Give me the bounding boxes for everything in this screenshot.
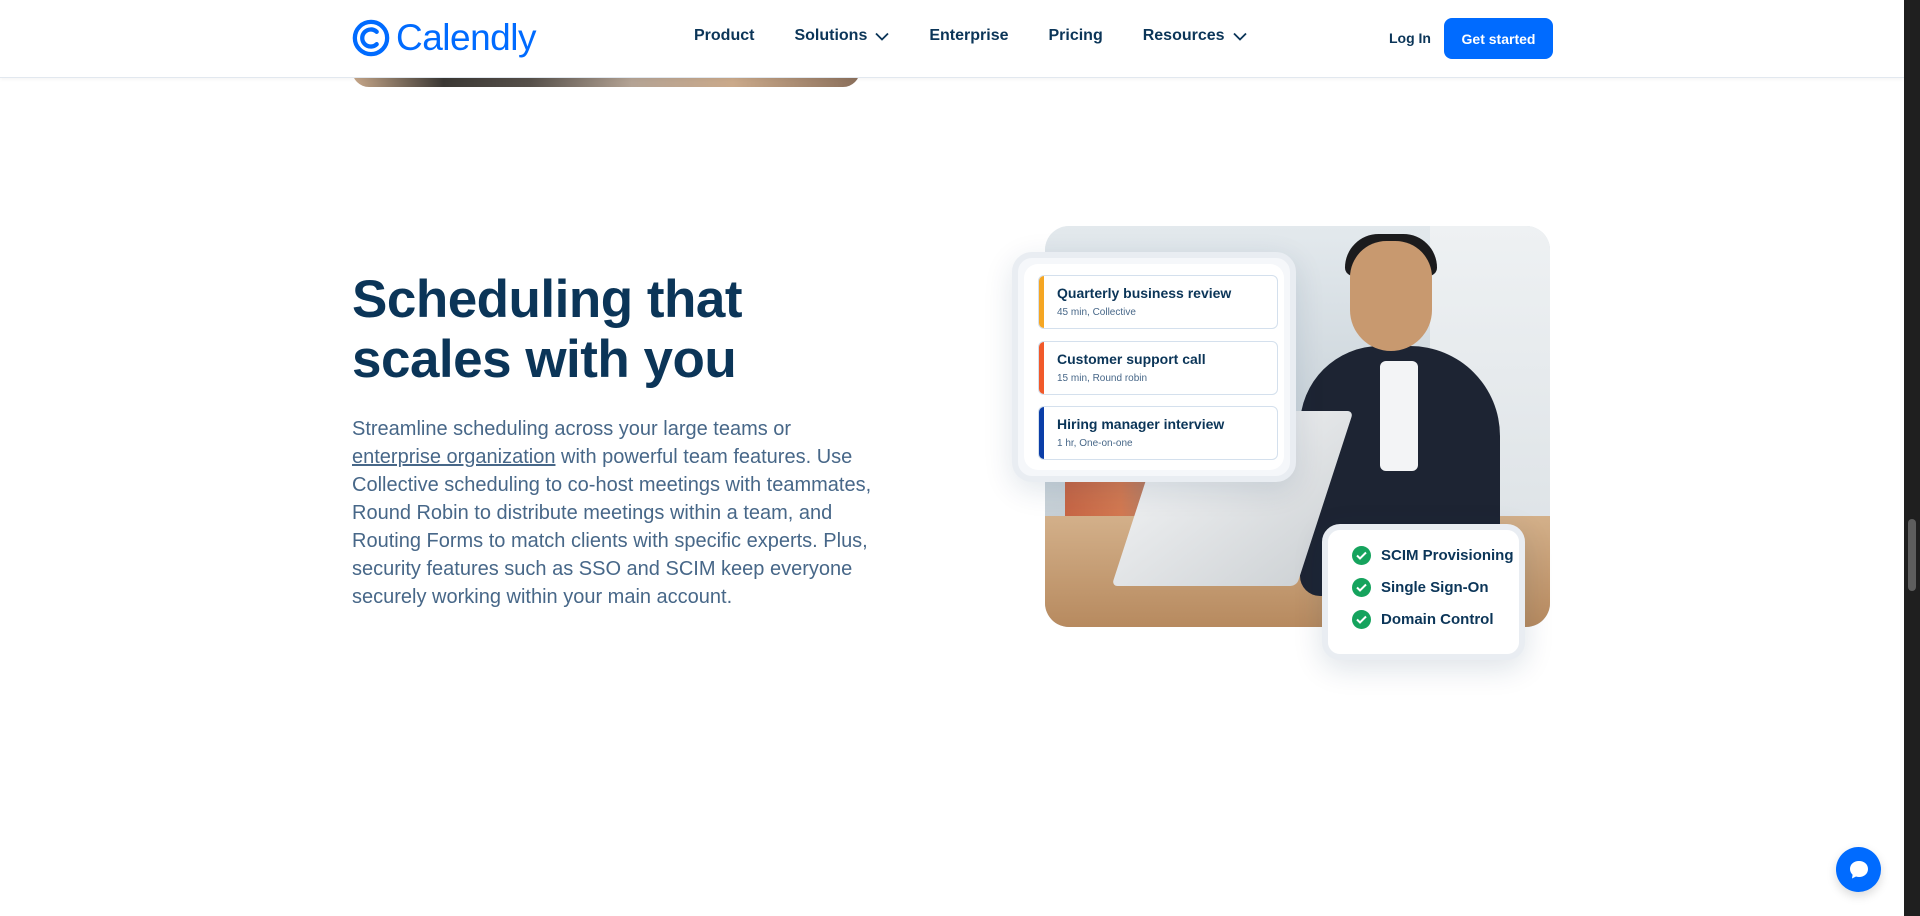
main-menu: Product Solutions Enterprise Pricing Res… [694,27,1287,45]
nav-pricing[interactable]: Pricing [1048,27,1102,45]
check-circle-icon [1352,578,1371,597]
heading-line-2: scales with you [352,330,737,389]
event-item: Hiring manager interview 1 hr, One-on-on… [1038,406,1278,460]
event-color-bar [1039,342,1044,394]
feature-label: Domain Control [1381,611,1494,628]
event-title: Quarterly business review [1057,285,1232,301]
page: Calendly Product Solutions Enterprise Pr… [0,0,1920,916]
nav-resources-label: Resources [1142,27,1225,44]
get-started-button[interactable]: Get started [1444,18,1553,59]
section-heading: Scheduling that scales with you [352,270,872,390]
calendly-logo[interactable]: Calendly [352,17,536,59]
check-circle-icon [1352,546,1371,565]
nav-resources[interactable]: Resources [1143,27,1247,45]
nav-solutions-label: Solutions [794,27,868,44]
enterprise-organization-link[interactable]: enterprise organization [352,446,555,468]
chevron-down-icon [1232,32,1247,41]
security-features-card: SCIM Provisioning Single Sign-On Domain … [1322,524,1525,660]
event-subtitle: 45 min, Collective [1057,307,1136,318]
event-title: Customer support call [1057,351,1206,367]
login-link[interactable]: Log In [1389,30,1431,46]
event-item: Quarterly business review 45 min, Collec… [1038,275,1278,329]
logo-wordmark: Calendly [396,17,536,58]
nav-product-label: Product [694,27,755,44]
top-navigation: Calendly Product Solutions Enterprise Pr… [0,0,1904,78]
event-subtitle: 15 min, Round robin [1057,373,1148,384]
nav-pricing-label: Pricing [1048,27,1103,44]
chat-bubble-icon [1849,860,1868,878]
nav-product[interactable]: Product [694,27,754,45]
event-subtitle: 1 hr, One-on-one [1057,438,1133,449]
event-title: Hiring manager interview [1057,416,1225,432]
description-intro: Streamline scheduling across your large … [352,418,792,440]
feature-label: Single Sign-On [1381,579,1489,596]
event-types-card: Quarterly business review 45 min, Collec… [1012,252,1296,482]
event-item: Customer support call 15 min, Round robi… [1038,341,1278,395]
heading-line-1: Scheduling that [352,270,743,329]
feature-label: SCIM Provisioning [1381,547,1514,564]
chevron-down-icon [875,32,889,41]
nav-solutions[interactable]: Solutions [794,27,889,45]
feature-item: SCIM Provisioning [1352,546,1514,565]
nav-enterprise-label: Enterprise [929,27,1009,44]
event-color-bar [1039,407,1044,459]
calendly-logo-icon [352,19,390,57]
event-color-bar [1039,276,1044,328]
description-rest: with powerful team features. Use Collect… [352,446,872,608]
section-description: Streamline scheduling across your large … [352,415,877,611]
chat-button[interactable] [1836,847,1881,892]
feature-item: Single Sign-On [1352,578,1489,597]
scrollbar-thumb[interactable] [1908,519,1916,591]
page-scrollbar[interactable] [1904,0,1920,916]
nav-enterprise[interactable]: Enterprise [929,27,1008,45]
feature-item: Domain Control [1352,610,1494,629]
check-circle-icon [1352,610,1371,629]
